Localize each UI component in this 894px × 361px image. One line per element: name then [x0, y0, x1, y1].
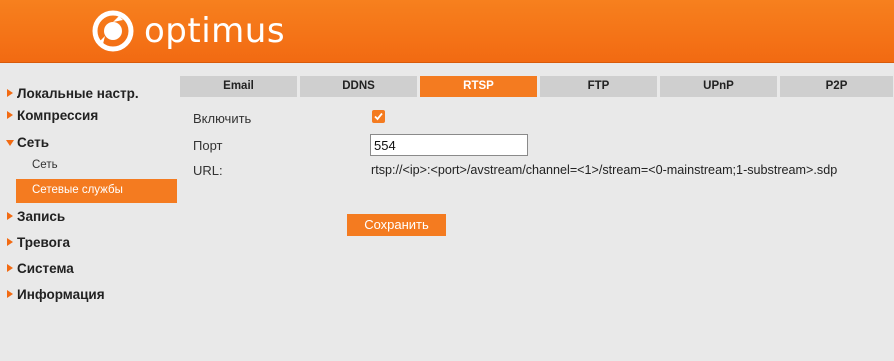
- sidebar-subitem-label: Сетевые службы: [32, 184, 123, 196]
- sidebar-subitem-network[interactable]: Сеть: [16, 154, 177, 178]
- tab-ftp[interactable]: FTP: [540, 76, 658, 97]
- sidebar-nav: Локальные настр. Компрессия Сеть Сеть Се…: [0, 76, 177, 361]
- tab-p2p[interactable]: P2P: [780, 76, 894, 97]
- sidebar-item-recording[interactable]: Запись: [0, 206, 177, 231]
- url-label: URL:: [193, 163, 223, 178]
- sidebar-item-label: Информация: [17, 287, 105, 302]
- tab-rtsp[interactable]: RTSP: [420, 76, 538, 97]
- tab-email[interactable]: Email: [180, 76, 298, 97]
- sidebar-item-label: Запись: [17, 209, 66, 224]
- sidebar-item-compression[interactable]: Компрессия: [0, 105, 177, 130]
- header-bar: optimus: [0, 0, 894, 63]
- sidebar-item-alarm[interactable]: Тревога: [0, 232, 177, 257]
- port-input[interactable]: [370, 134, 528, 156]
- sidebar-item-label: Тревога: [17, 235, 70, 250]
- sidebar-item-label: Система: [17, 261, 74, 276]
- triangle-right-icon: [7, 89, 13, 97]
- tab-upnp[interactable]: UPnP: [660, 76, 778, 97]
- save-button[interactable]: Сохранить: [347, 214, 446, 236]
- sidebar-item-information[interactable]: Информация: [0, 284, 177, 309]
- sidebar-subitem-label: Сеть: [32, 159, 58, 171]
- sidebar-item-label: Локальные настр.: [17, 86, 139, 101]
- port-label: Порт: [193, 138, 223, 153]
- sidebar-subitem-network-services[interactable]: Сетевые службы: [16, 179, 177, 203]
- triangle-right-icon: [7, 212, 13, 220]
- logo: optimus: [92, 10, 285, 52]
- brand-name: optimus: [144, 11, 286, 51]
- enable-label: Включить: [193, 111, 252, 126]
- triangle-right-icon: [7, 264, 13, 272]
- tab-bar: Email DDNS RTSP FTP UPnP P2P: [180, 76, 894, 97]
- enable-checkbox[interactable]: [372, 110, 385, 123]
- triangle-right-icon: [7, 290, 13, 298]
- triangle-right-icon: [7, 111, 13, 119]
- tab-ddns[interactable]: DDNS: [300, 76, 418, 97]
- sidebar-item-system[interactable]: Система: [0, 258, 177, 283]
- triangle-down-icon: [6, 140, 14, 146]
- sidebar-item-label: Сеть: [17, 135, 49, 150]
- triangle-right-icon: [7, 238, 13, 246]
- rtsp-url-value: rtsp://<ip>:<port>/avstream/channel=<1>/…: [371, 163, 838, 177]
- sidebar-item-label: Компрессия: [17, 108, 99, 123]
- optimus-logo-icon: [92, 10, 134, 52]
- checkmark-icon: [374, 112, 383, 121]
